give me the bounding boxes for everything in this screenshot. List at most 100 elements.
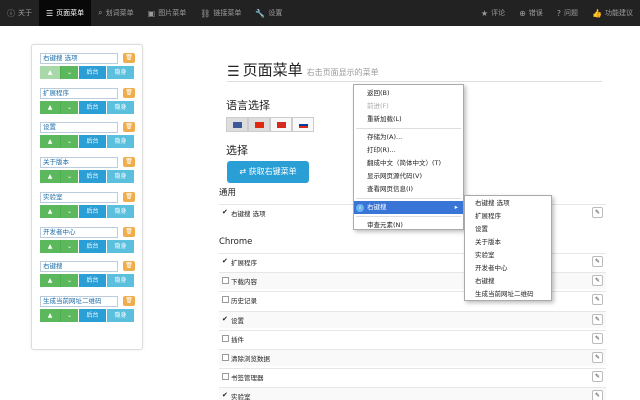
open-incognito-button[interactable]: 隐身 — [106, 135, 134, 149]
option-checkbox[interactable]: ✔ — [222, 392, 229, 399]
context-submenu-item[interactable]: 扩展程序 — [465, 210, 551, 223]
move-down-button[interactable]: ⌄ — [60, 66, 78, 79]
open-background-button[interactable]: 后台 — [78, 204, 106, 218]
context-menu-item[interactable]: 查看网页信息(I) — [354, 183, 463, 196]
move-up-button[interactable]: ▲ — [40, 66, 60, 79]
context-submenu-item[interactable]: 开发者中心 — [465, 262, 551, 275]
delete-button[interactable]: 🗑 — [123, 295, 135, 306]
edit-option-button[interactable]: ✎ — [592, 294, 603, 306]
open-incognito-button[interactable]: 隐身 — [106, 239, 134, 253]
context-menu-item[interactable]: 翻成中文（简体中文）(T) — [354, 157, 463, 170]
move-down-button[interactable]: ⌄ — [60, 135, 78, 149]
open-background-button[interactable]: 后台 — [78, 135, 106, 149]
nav-right-item-3[interactable]: 👍 功能建议 — [585, 0, 640, 26]
context-menu-item[interactable]: ⌕ 右键搜 ▸ — [354, 201, 463, 214]
option-label: 下载内容 — [231, 278, 257, 287]
nav-item-2[interactable]: ⌕ 划词菜单 — [91, 0, 140, 26]
open-background-button[interactable]: 后台 — [78, 170, 106, 184]
language-flag-button[interactable] — [226, 117, 248, 132]
context-submenu-item[interactable]: 生成当前网址二维码 — [465, 288, 551, 301]
option-label: 扩展程序 — [231, 259, 257, 267]
delete-button[interactable]: 🗑 — [123, 191, 135, 202]
open-incognito-button[interactable]: 隐身 — [106, 308, 134, 322]
edit-option-button[interactable]: ✎ — [592, 371, 603, 383]
edit-option-button[interactable]: ✎ — [592, 207, 603, 218]
open-background-button[interactable]: 后台 — [78, 308, 106, 322]
menu-option-row: ✔ 设置 ✎ — [219, 310, 606, 328]
nav-label: 页面菜单 — [56, 9, 85, 17]
option-checkbox[interactable] — [222, 277, 229, 285]
context-submenu-item[interactable]: 实验室 — [465, 249, 551, 262]
open-background-button[interactable]: 后台 — [78, 239, 106, 253]
nav-item-4[interactable]: ⛓ 链接菜单 — [193, 0, 248, 26]
open-background-button[interactable]: 后台 — [78, 100, 106, 114]
context-submenu-item[interactable]: 关于版本 — [465, 236, 551, 249]
edit-option-button[interactable]: ✎ — [592, 352, 603, 363]
move-down-button[interactable]: ⌄ — [60, 274, 78, 288]
open-incognito-button[interactable]: 隐身 — [106, 274, 134, 288]
open-incognito-button[interactable]: 隐身 — [106, 100, 134, 114]
menu-order-panel: 右键搜 选项 🗑 ▲ ⌄ 后台 隐身 扩展程序 🗑 ▲ ⌄ 后台 隐身 设置 🗑 ▲ ⌄ 后台 隐身 关于版本 🗑 ▲ ⌄… — [31, 44, 143, 350]
move-up-button[interactable]: ▲ — [40, 308, 60, 322]
option-checkbox[interactable] — [222, 354, 229, 361]
delete-button[interactable]: 🗑 — [123, 157, 135, 168]
move-down-button[interactable]: ⌄ — [60, 170, 78, 184]
option-checkbox[interactable]: ✔ — [222, 315, 229, 323]
menu-option-row: 插件 ✎ — [219, 329, 606, 347]
move-down-button[interactable]: ⌄ — [60, 204, 78, 218]
option-checkbox[interactable]: ✔ — [222, 258, 229, 265]
context-submenu-item[interactable]: 设置 — [465, 223, 551, 236]
open-incognito-button[interactable]: 隐身 — [106, 170, 134, 184]
search-ext-icon: ⌕ — [356, 204, 364, 212]
edit-icon: ✎ — [594, 315, 601, 323]
edit-option-button[interactable]: ✎ — [592, 390, 603, 400]
edit-option-button[interactable]: ✎ — [592, 313, 603, 325]
move-up-button[interactable]: ▲ — [40, 100, 60, 114]
context-menu-item[interactable]: 审查元素(N) — [354, 219, 463, 232]
edit-option-button[interactable]: ✎ — [592, 256, 603, 267]
delete-button[interactable]: 🗑 — [123, 261, 135, 272]
move-down-button[interactable]: ⌄ — [60, 100, 78, 114]
language-flag-button[interactable] — [270, 117, 292, 132]
option-checkbox[interactable]: ✔ — [222, 209, 229, 216]
context-menu-item[interactable]: 打印(R)... — [354, 144, 463, 157]
context-submenu-item[interactable]: 右键搜 选项 — [465, 197, 551, 210]
context-submenu-item[interactable]: 右键搜 — [465, 275, 551, 288]
nav-item-5[interactable]: 🔧 设置 — [248, 0, 289, 26]
open-background-button[interactable]: 后台 — [78, 66, 106, 79]
open-background-button[interactable]: 后台 — [78, 274, 106, 288]
nav-right-item-1[interactable]: ⊕ 错误 — [512, 0, 550, 26]
context-menu-item[interactable]: 显示网页源代码(V) — [354, 170, 463, 183]
nav-item-1[interactable]: ☰ 页面菜单 — [39, 0, 92, 26]
option-checkbox[interactable] — [222, 334, 229, 342]
open-incognito-button[interactable]: 隐身 — [106, 204, 134, 218]
fetch-context-menu-button[interactable]: ⇄ 获取右键菜单 — [227, 161, 309, 183]
edit-option-button[interactable]: ✎ — [592, 275, 603, 287]
delete-button[interactable]: 🗑 — [123, 226, 135, 237]
nav-right-item-0[interactable]: ★ 评论 — [474, 0, 512, 26]
delete-button[interactable]: 🗑 — [123, 87, 135, 98]
move-up-button[interactable]: ▲ — [40, 204, 60, 218]
move-up-button[interactable]: ▲ — [40, 170, 60, 184]
option-checkbox[interactable] — [222, 373, 229, 381]
nav-item-0[interactable]: ⓘ 关于 — [0, 0, 39, 26]
move-up-button[interactable]: ▲ — [40, 274, 60, 288]
delete-button[interactable]: 🗑 — [123, 53, 135, 63]
move-down-button[interactable]: ⌄ — [60, 308, 78, 322]
delete-button[interactable]: 🗑 — [123, 122, 135, 133]
context-menu-item[interactable]: 返回(B) — [354, 87, 463, 100]
open-incognito-button[interactable]: 隐身 — [106, 66, 134, 79]
move-down-button[interactable]: ⌄ — [60, 239, 78, 253]
nav-item-3[interactable]: ▣ 图片菜单 — [141, 0, 194, 26]
nav-right-item-2[interactable]: ? 问题 — [550, 0, 585, 26]
nav-label: 链接菜单 — [213, 9, 242, 17]
move-up-button[interactable]: ▲ — [40, 239, 60, 253]
language-flag-button[interactable] — [292, 117, 314, 132]
context-menu-item[interactable]: 存储为(A)... — [354, 131, 463, 144]
option-checkbox[interactable] — [222, 296, 229, 304]
context-menu-item[interactable]: 重新加载(L) — [354, 113, 463, 126]
move-up-button[interactable]: ▲ — [40, 135, 60, 149]
language-flag-button[interactable] — [248, 117, 270, 132]
edit-option-button[interactable]: ✎ — [592, 332, 603, 344]
context-menu-item-label: 打印(R)... — [367, 146, 396, 154]
